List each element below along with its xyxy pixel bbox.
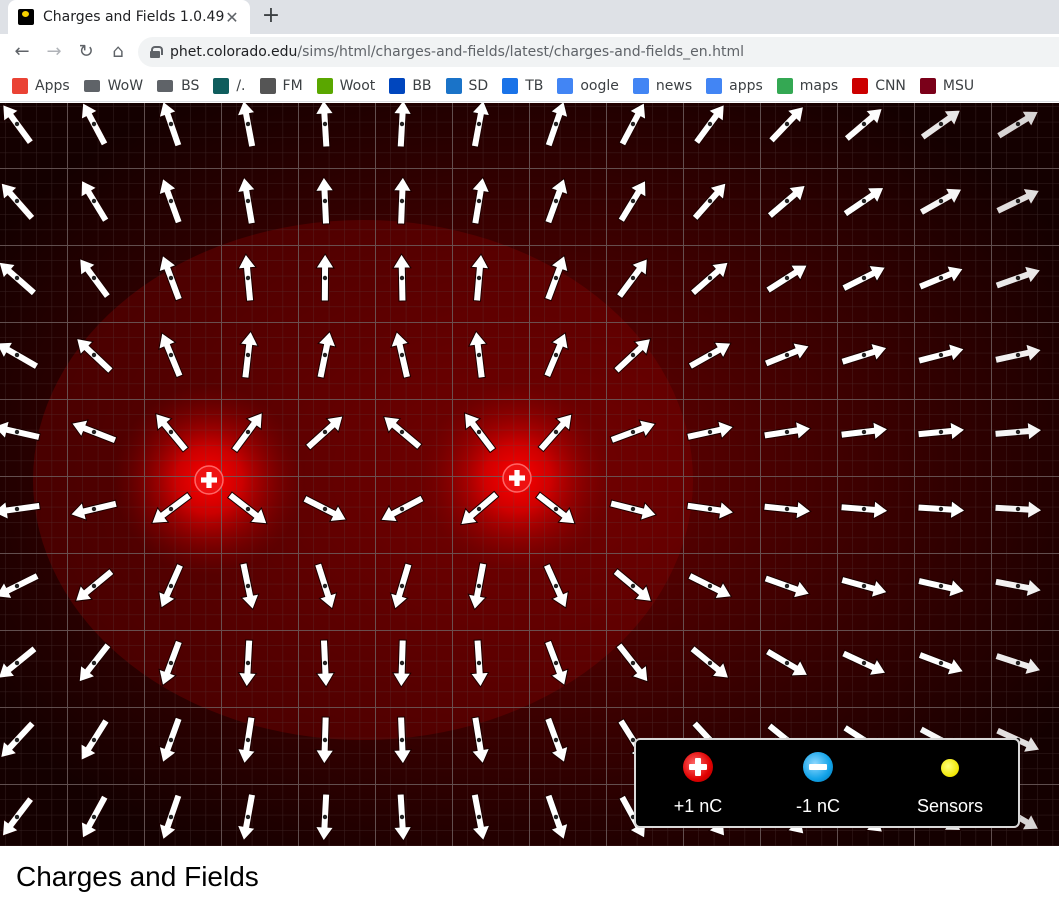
positive-charge-icon: [683, 752, 713, 782]
tab-charges-and-fields[interactable]: Charges and Fields 1.0.49 ✕: [8, 0, 250, 34]
bookmark-label: apps: [729, 77, 763, 94]
lock-icon: [150, 46, 163, 58]
phet-favicon-icon: [18, 9, 34, 25]
positive-charge-label: +1 nC: [673, 796, 723, 816]
tab-strip: Charges and Fields 1.0.49 ✕ +: [0, 0, 1059, 34]
bookmark-maps-12[interactable]: maps: [776, 77, 839, 94]
home-button[interactable]: ⌂: [106, 40, 130, 64]
bookmark-label: maps: [799, 77, 839, 94]
bookmark-label: Apps: [35, 77, 70, 94]
bookmark--3[interactable]: /.: [213, 77, 246, 94]
google-icon: [557, 77, 574, 94]
bookmark-apps-0[interactable]: Apps: [12, 77, 70, 94]
negative-charge-icon: [803, 752, 833, 782]
browser-window: Charges and Fields 1.0.49 ✕ + ← → ↻ ⌂ ph…: [0, 0, 1059, 910]
forward-button[interactable]: →: [42, 40, 66, 64]
sd-icon: [445, 77, 462, 94]
bookmark-msu-14[interactable]: MSU: [919, 77, 975, 94]
positive-charge-2[interactable]: [502, 463, 532, 493]
bookmark-bb-6[interactable]: BB: [389, 77, 432, 94]
url-path: /sims/html/charges-and-fields/latest/cha…: [297, 44, 744, 60]
positive-charge-1[interactable]: [194, 465, 224, 495]
maps-pin-icon: [776, 77, 793, 94]
bestbuy-icon: [389, 77, 406, 94]
bookmark-label: news: [655, 77, 693, 94]
bookmark-sd-7[interactable]: SD: [445, 77, 489, 94]
negative-charge-label: -1 nC: [795, 796, 840, 816]
bookmark-label: SD: [468, 77, 489, 94]
bookmark-cnn-13[interactable]: CNN: [852, 77, 906, 94]
bookmark-bs-2[interactable]: BS: [157, 78, 199, 94]
reload-button[interactable]: ↻: [74, 40, 98, 64]
cnn-icon: [852, 77, 869, 94]
fm-icon: [259, 77, 276, 94]
new-tab-button[interactable]: +: [260, 5, 282, 27]
bookmark-apps-11[interactable]: apps: [706, 77, 763, 94]
folder-icon: [157, 79, 174, 92]
address-bar[interactable]: phet.colorado.edu/sims/html/charges-and-…: [138, 37, 1059, 67]
sensors-label: Sensors: [916, 796, 984, 816]
tb-icon: [502, 77, 519, 94]
bookmark-tb-8[interactable]: TB: [502, 77, 544, 94]
bookmark-wow-1[interactable]: WoW: [83, 77, 144, 94]
positive-charge-tool[interactable]: +1 nC: [636, 740, 760, 826]
close-tab-icon[interactable]: ✕: [224, 8, 240, 27]
msu-icon: [919, 77, 936, 94]
bookmark-fm-4[interactable]: FM: [259, 77, 303, 94]
bookmark-label: CNN: [875, 77, 906, 94]
negative-charge-tool[interactable]: -1 nC: [760, 740, 876, 826]
sensor-icon: [941, 759, 959, 777]
bookmark-label: BB: [412, 77, 432, 94]
sensors-tool[interactable]: Sensors: [890, 740, 1010, 826]
bookmark-label: TB: [525, 77, 544, 94]
slashdot-icon: [213, 77, 230, 94]
bookmark-label: MSU: [942, 77, 975, 94]
woot-icon: [316, 77, 333, 94]
bookmark-label: BS: [181, 77, 200, 94]
back-button[interactable]: ←: [10, 40, 34, 64]
page-heading: Charges and Fields: [16, 861, 259, 892]
url-host: phet.colorado.edu: [170, 44, 298, 60]
bookmark-label: oogle: [580, 77, 619, 94]
simulation-canvas[interactable]: +1 nC -1 nC Sensors: [0, 103, 1059, 846]
bookmark-oogle-9[interactable]: oogle: [557, 77, 619, 94]
bookmark-label: Woot: [339, 77, 376, 94]
apps-grid-icon: [12, 77, 28, 94]
bookmark-woot-5[interactable]: Woot: [316, 77, 376, 94]
charge-toolbox-panel: +1 nC -1 nC Sensors: [634, 738, 1020, 828]
google-icon: [706, 77, 723, 94]
tab-title: Charges and Fields 1.0.49: [43, 9, 224, 25]
navigation-toolbar: ← → ↻ ⌂ phet.colorado.edu/sims/html/char…: [0, 34, 1059, 70]
bookmark-label: WoW: [107, 77, 144, 94]
folder-icon: [83, 79, 100, 92]
google-news-icon: [632, 77, 649, 94]
electric-field-display: [0, 103, 1059, 846]
bookmark-news-10[interactable]: news: [632, 77, 693, 94]
bookmark-label: /.: [236, 77, 246, 94]
bookmark-label: FM: [282, 77, 303, 94]
bookmarks-bar: Apps WoW BS /. FM Woot BB SD TB oogle news apps maps…: [0, 70, 1059, 102]
